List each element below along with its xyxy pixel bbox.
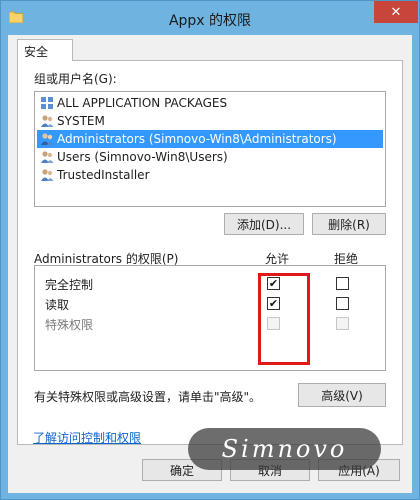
tab-security[interactable]: 安全 [17, 39, 73, 61]
special-deny-checkbox [336, 317, 349, 330]
list-item[interactable]: Users (Simnovo-Win8\Users) [37, 148, 383, 166]
list-item-label: ALL APPLICATION PACKAGES [57, 96, 228, 110]
list-item[interactable]: SYSTEM [37, 112, 383, 130]
permission-row-full-control: 完全控制 ✔ [35, 274, 385, 294]
permissions-dialog: Appx 的权限 ✕ 安全 组或用户名(G): ALL APPLICATION … [0, 0, 420, 500]
list-item-label: Users (Simnovo-Win8\Users) [57, 150, 228, 164]
user-group-icon [41, 151, 54, 163]
permissions-list: 完全控制 ✔ 读取 ✔ 特殊权限 [34, 265, 386, 371]
dialog-client-area: 安全 组或用户名(G): ALL APPLICATION PACKAGES SY… [8, 35, 412, 493]
list-item[interactable]: ALL APPLICATION PACKAGES [37, 94, 383, 112]
list-item-label: SYSTEM [57, 114, 105, 128]
security-panel: 组或用户名(G): ALL APPLICATION PACKAGES SYSTE… [17, 60, 403, 445]
list-item-label: Administrators (Simnovo-Win8\Administrat… [57, 132, 337, 146]
list-item[interactable]: Administrators (Simnovo-Win8\Administrat… [37, 130, 383, 148]
permission-name: 完全控制 [45, 278, 94, 292]
permission-row-read: 读取 ✔ [35, 294, 385, 314]
groups-listbox[interactable]: ALL APPLICATION PACKAGES SYSTEM Administ… [34, 91, 386, 207]
permission-name: 读取 [45, 298, 70, 312]
groups-label: 组或用户名(G): [34, 72, 117, 86]
advanced-hint: 有关特殊权限或高级设置，请单击"高级"。 [34, 390, 262, 404]
list-item[interactable]: TrustedInstaller [37, 166, 383, 184]
full-control-deny-checkbox[interactable] [336, 277, 349, 290]
add-button[interactable]: 添加(D)... [224, 213, 304, 235]
help-link[interactable]: 了解访问控制和权限 [33, 429, 141, 446]
advanced-button[interactable]: 高级(V) [298, 383, 386, 407]
list-item-label: TrustedInstaller [57, 168, 150, 182]
close-button[interactable]: ✕ [374, 1, 418, 23]
app-packages-icon [41, 97, 53, 109]
user-group-icon [41, 115, 54, 127]
user-group-icon [41, 133, 54, 145]
window-title: Appx 的权限 [168, 13, 252, 29]
permission-name: 特殊权限 [45, 318, 94, 332]
title-bar[interactable]: Appx 的权限 ✕ [1, 1, 419, 35]
remove-button[interactable]: 删除(R) [312, 213, 386, 235]
highlight-box [258, 273, 310, 365]
permission-row-special: 特殊权限 [35, 314, 385, 334]
watermark: Simnovo [188, 428, 381, 470]
user-group-icon [41, 169, 54, 181]
read-deny-checkbox[interactable] [336, 297, 349, 310]
close-icon: ✕ [390, 4, 402, 20]
